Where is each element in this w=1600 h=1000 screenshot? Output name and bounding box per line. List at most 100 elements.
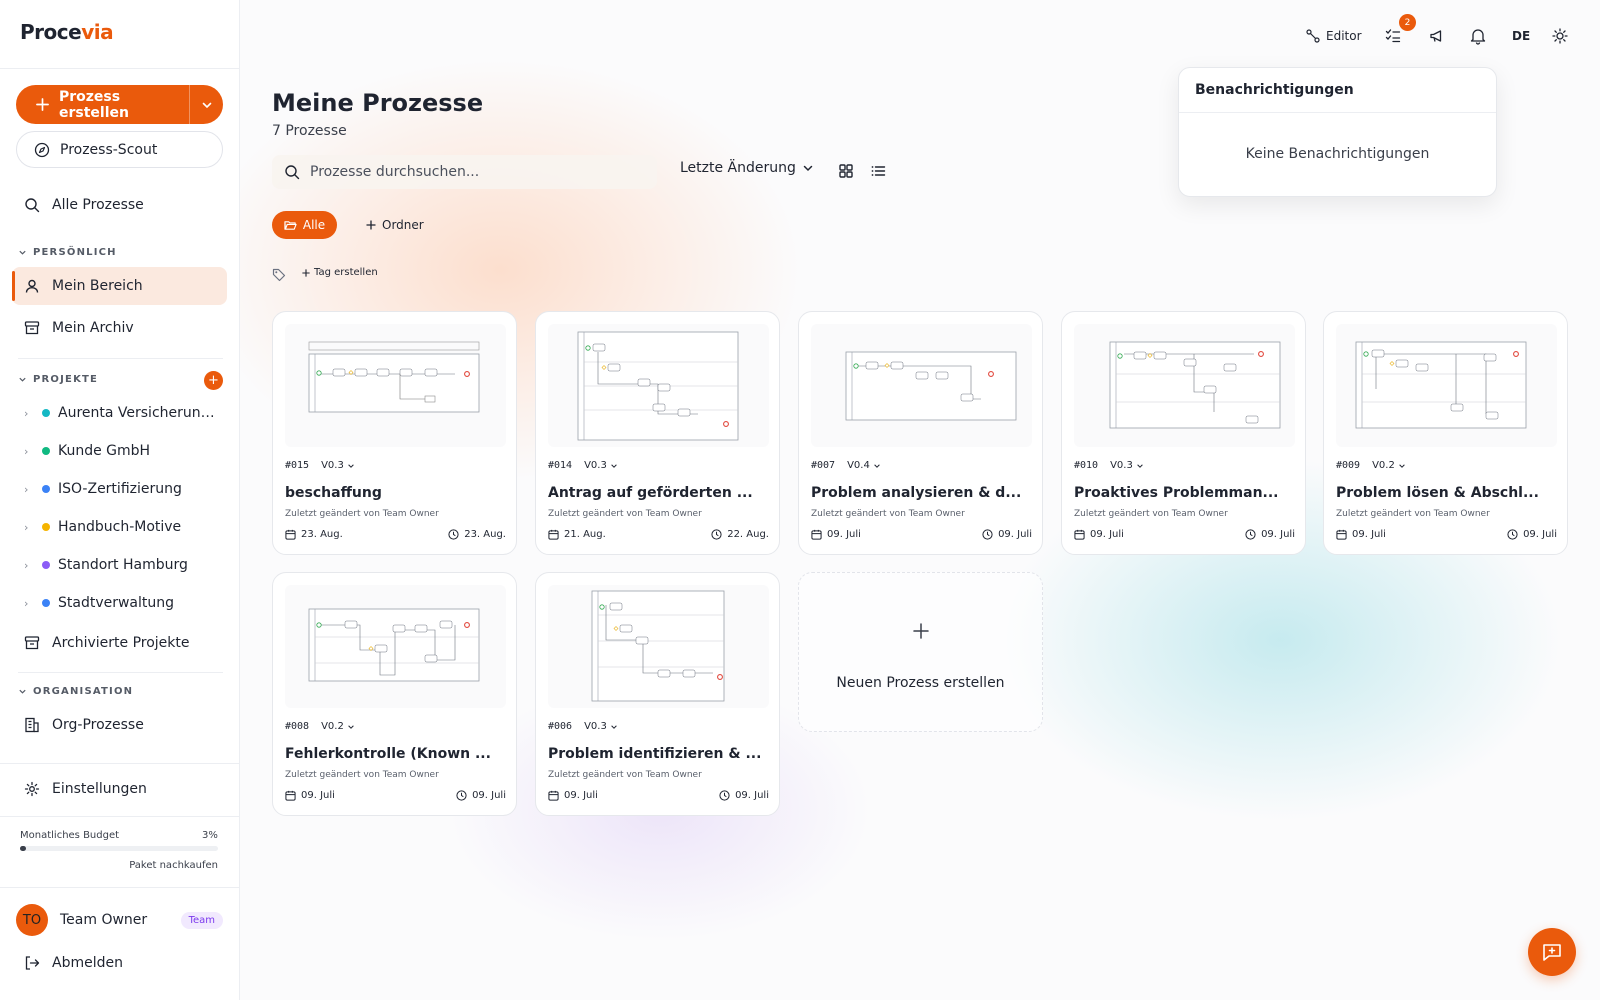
last-modified-by: Zuletzt geändert von Team Owner xyxy=(548,770,702,780)
theme-toggle[interactable] xyxy=(1552,24,1568,48)
process-title[interactable]: Antrag auf geförderten ... xyxy=(548,485,769,501)
user-profile[interactable]: TO Team Owner Team xyxy=(16,904,223,936)
process-title[interactable]: Problem lösen & Abschl... xyxy=(1336,485,1557,501)
process-id: #014 xyxy=(548,460,573,471)
version-dropdown[interactable]: V0.3 xyxy=(584,460,618,471)
nav-org-processes[interactable]: Org-Prozesse xyxy=(12,706,227,744)
nav-settings[interactable]: Einstellungen xyxy=(12,770,227,808)
nav-my-area[interactable]: Mein Bereich xyxy=(12,267,227,305)
folder-filter-all-label: Alle xyxy=(302,218,326,232)
process-card[interactable]: #009 V0.2 Problem lösen & Abschl... Zule… xyxy=(1323,311,1568,555)
chevron-right-icon[interactable]: › xyxy=(24,521,34,534)
create-process-main[interactable]: Prozess erstellen xyxy=(16,85,189,124)
chevron-right-icon[interactable]: › xyxy=(24,597,34,610)
chevron-right-icon[interactable]: › xyxy=(24,483,34,496)
modified-date: 09. Juli xyxy=(719,790,769,801)
version-dropdown[interactable]: V0.3 xyxy=(321,460,355,471)
bell-icon xyxy=(1469,27,1487,45)
created-date-value: 09. Juli xyxy=(1090,529,1124,540)
project-item[interactable]: › Aurenta Versicherung ... xyxy=(24,398,224,428)
project-item[interactable]: › Stadtverwaltung xyxy=(24,588,224,618)
create-process-button[interactable]: Prozess erstellen xyxy=(16,85,223,124)
search-icon xyxy=(24,197,40,213)
folder-filter-all[interactable]: Alle xyxy=(272,211,337,239)
process-diagram-thumbnail xyxy=(811,324,1032,447)
chevron-right-icon[interactable]: › xyxy=(24,559,34,572)
card-dates: 09. Juli 09. Juli xyxy=(548,790,769,801)
section-org-label: ORGANISATION xyxy=(33,686,134,697)
version-dropdown[interactable]: V0.3 xyxy=(584,721,618,732)
buy-package-link[interactable]: Paket nachkaufen xyxy=(129,860,218,871)
nav-my-archive-label: Mein Archiv xyxy=(52,320,134,336)
version-dropdown[interactable]: V0.4 xyxy=(847,460,881,471)
card-dates: 09. Juli 09. Juli xyxy=(1336,529,1557,540)
section-org-toggle[interactable]: ORGANISATION xyxy=(18,686,133,697)
create-process-label: Prozess erstellen xyxy=(59,88,129,121)
project-item[interactable]: › Standort Hamburg xyxy=(24,550,224,580)
modified-date-value: 09. Juli xyxy=(735,790,769,801)
process-scout-button[interactable]: Prozess-Scout xyxy=(16,131,223,168)
process-card[interactable]: #015 V0.3 beschaffung Zuletzt geändert v… xyxy=(272,311,517,555)
process-diagram-thumbnail xyxy=(1074,324,1295,447)
create-tag-button[interactable]: Tag erstellen xyxy=(302,267,378,278)
version-label: V0.3 xyxy=(584,460,607,471)
sort-dropdown[interactable]: Letzte Änderung xyxy=(680,160,814,176)
project-item[interactable]: › Handbuch-Motive xyxy=(24,512,224,542)
building-icon xyxy=(24,717,40,733)
language-switcher[interactable]: DE xyxy=(1512,24,1530,48)
process-title[interactable]: beschaffung xyxy=(285,485,506,501)
version-dropdown[interactable]: V0.2 xyxy=(1372,460,1406,471)
project-item[interactable]: › Kunde GmbH xyxy=(24,436,224,466)
modified-date: 09. Juli xyxy=(982,529,1032,540)
process-card[interactable]: #008 V0.2 Fehlerkontrolle (Known ... Zul… xyxy=(272,572,517,816)
process-card[interactable]: #006 V0.3 Problem identifizieren & ... Z… xyxy=(535,572,780,816)
logout-label: Abmelden xyxy=(52,955,123,971)
version-label: V0.2 xyxy=(321,721,344,732)
process-title[interactable]: Fehlerkontrolle (Known ... xyxy=(285,746,506,762)
version-dropdown[interactable]: V0.2 xyxy=(321,721,355,732)
project-label: Handbuch-Motive xyxy=(58,519,182,535)
announcements-button[interactable] xyxy=(1429,24,1445,48)
created-date: 09. Juli xyxy=(285,790,335,801)
created-date: 21. Aug. xyxy=(548,529,606,540)
list-view-toggle[interactable] xyxy=(870,163,886,179)
notifications-empty-state: Keine Benachrichtigungen xyxy=(1245,146,1430,162)
card-meta: #008 V0.2 xyxy=(285,721,355,732)
section-projects-toggle[interactable]: PROJEKTE xyxy=(18,374,98,385)
new-process-card[interactable]: Neuen Prozess erstellen xyxy=(798,572,1043,732)
search-icon xyxy=(284,164,300,180)
modified-date-value: 23. Aug. xyxy=(464,529,506,540)
nav-my-archive[interactable]: Mein Archiv xyxy=(12,309,227,347)
card-dates: 21. Aug. 22. Aug. xyxy=(548,529,769,540)
create-process-dropdown[interactable] xyxy=(190,85,223,124)
app-logo[interactable]: Procevia xyxy=(20,20,114,44)
chat-button[interactable] xyxy=(1528,928,1576,976)
section-personal-toggle[interactable]: PERSÖNLICH xyxy=(18,247,117,258)
editor-button[interactable]: Editor xyxy=(1306,24,1362,48)
project-item[interactable]: › ISO-Zertifizierung xyxy=(24,474,224,504)
add-project-button[interactable]: + xyxy=(204,371,223,390)
tasks-button[interactable] xyxy=(1385,24,1401,48)
nav-all-processes[interactable]: Alle Prozesse xyxy=(12,186,227,224)
chevron-right-icon[interactable]: › xyxy=(24,407,34,420)
version-dropdown[interactable]: V0.3 xyxy=(1110,460,1144,471)
clock-icon xyxy=(719,790,730,801)
grid-view-toggle[interactable] xyxy=(838,163,854,179)
nav-archived-projects[interactable]: Archivierte Projekte xyxy=(12,624,227,662)
process-card[interactable]: #014 V0.3 Antrag auf geförderten ... Zul… xyxy=(535,311,780,555)
add-folder-button[interactable]: Ordner xyxy=(356,211,434,239)
nav-my-area-label: Mein Bereich xyxy=(52,278,143,294)
process-title[interactable]: Problem identifizieren & ... xyxy=(548,746,769,762)
search-input[interactable]: Prozesse durchsuchen... xyxy=(310,164,479,180)
notifications-button[interactable] xyxy=(1469,24,1487,48)
search-field[interactable]: Prozesse durchsuchen... xyxy=(272,155,657,189)
process-title[interactable]: Proaktives Problemman... xyxy=(1074,485,1295,501)
process-card[interactable]: #010 V0.3 Proaktives Problemman... Zulet… xyxy=(1061,311,1306,555)
process-card[interactable]: #007 V0.4 Problem analysieren & d... Zul… xyxy=(798,311,1043,555)
logout-button[interactable]: Abmelden xyxy=(24,955,123,971)
project-label: Aurenta Versicherung ... xyxy=(58,405,218,421)
project-label: Kunde GmbH xyxy=(58,443,151,459)
diagram-svg xyxy=(308,608,480,682)
process-title[interactable]: Problem analysieren & d... xyxy=(811,485,1032,501)
chevron-right-icon[interactable]: › xyxy=(24,445,34,458)
